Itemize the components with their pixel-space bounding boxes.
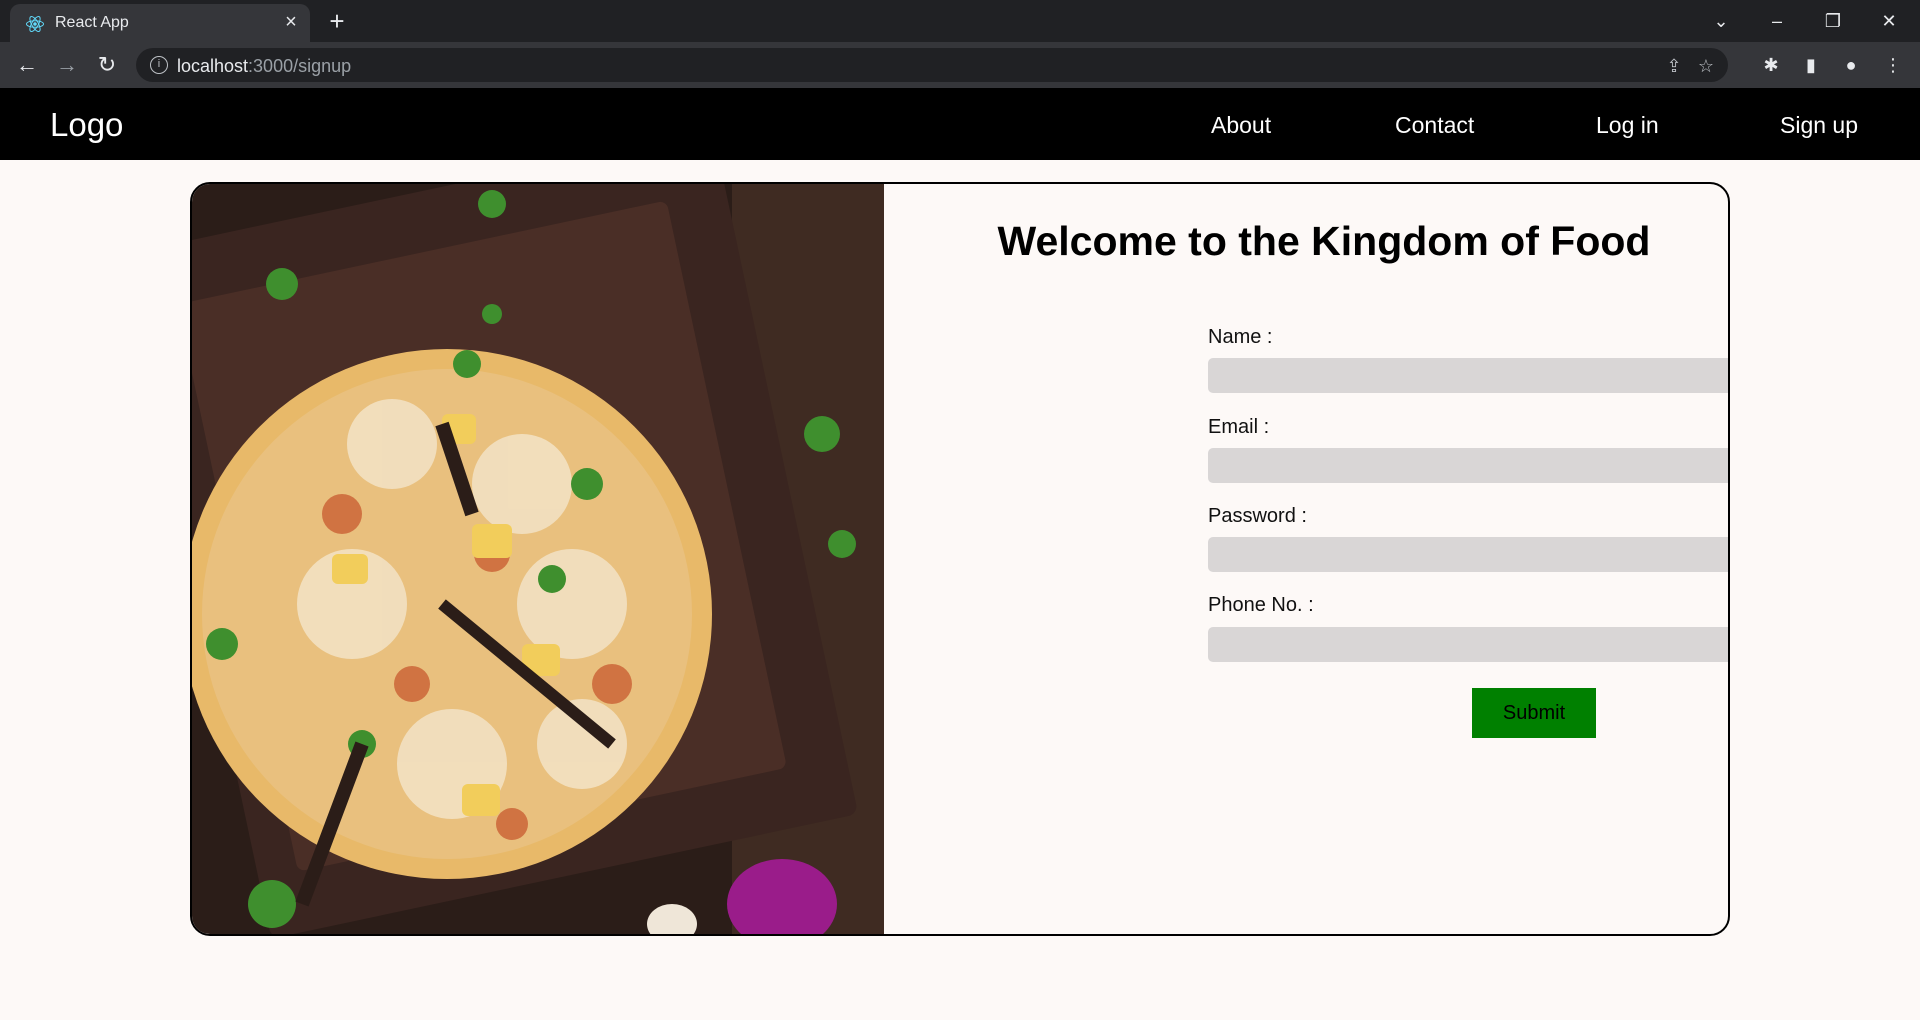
star-icon[interactable]: ☆	[1694, 54, 1718, 78]
phone-field[interactable]	[1208, 627, 1728, 662]
browser-toolbar: ← → ↻ i localhost:3000/signup ⇪ ☆ ✱ ▮ ● …	[0, 42, 1920, 88]
forward-arrow-icon[interactable]: →	[52, 50, 82, 80]
signup-form: Welcome to the Kingdom of Food Name : Em…	[884, 184, 1728, 934]
name-label: Name :	[1208, 326, 1273, 348]
tab-title: React App	[55, 14, 129, 31]
info-icon[interactable]: i	[150, 56, 168, 74]
signup-card: Welcome to the Kingdom of Food Name : Em…	[190, 182, 1730, 936]
email-field[interactable]	[1208, 448, 1728, 483]
name-field[interactable]	[1208, 358, 1728, 393]
minimize-icon[interactable]: –	[1762, 6, 1792, 36]
react-icon	[26, 15, 44, 33]
email-label: Email :	[1208, 416, 1270, 438]
pizza-image	[192, 184, 884, 934]
menu-icon[interactable]: ⋮	[1880, 52, 1906, 78]
browser-tab[interactable]: React App ×	[10, 4, 310, 42]
profile-icon[interactable]: ●	[1838, 52, 1864, 78]
submit-button[interactable]: Submit	[1472, 688, 1596, 738]
nav-link-contact[interactable]: Contact	[1395, 112, 1474, 139]
reload-icon[interactable]: ↻	[92, 50, 122, 80]
restore-icon[interactable]: ❐	[1818, 6, 1848, 36]
share-icon[interactable]: ⇪	[1662, 54, 1686, 78]
phone-label: Phone No. :	[1208, 594, 1314, 616]
browser-tab-strip: React App × + ⌄ – ❐ ✕	[0, 0, 1920, 42]
password-field[interactable]	[1208, 537, 1728, 572]
side-panel-icon[interactable]: ▮	[1798, 52, 1824, 78]
extensions-icon[interactable]: ✱	[1758, 52, 1784, 78]
address-bar[interactable]: i localhost:3000/signup ⇪ ☆	[136, 48, 1728, 82]
nav-link-about[interactable]: About	[1211, 112, 1271, 139]
url-text: localhost:3000/signup	[177, 56, 352, 76]
plus-icon[interactable]: +	[324, 8, 350, 34]
back-arrow-icon[interactable]: ←	[12, 50, 42, 80]
nav-link-login[interactable]: Log in	[1596, 112, 1659, 139]
close-icon[interactable]: ×	[280, 11, 302, 33]
nav-link-signup[interactable]: Sign up	[1780, 112, 1858, 139]
page-title: Welcome to the Kingdom of Food	[997, 218, 1651, 264]
password-label: Password :	[1208, 505, 1307, 527]
site-logo[interactable]: Logo	[50, 106, 123, 144]
site-navbar: Logo About Contact Log in Sign up	[0, 88, 1920, 160]
window-close-icon[interactable]: ✕	[1874, 6, 1904, 36]
chevron-down-icon[interactable]: ⌄	[1706, 6, 1736, 36]
